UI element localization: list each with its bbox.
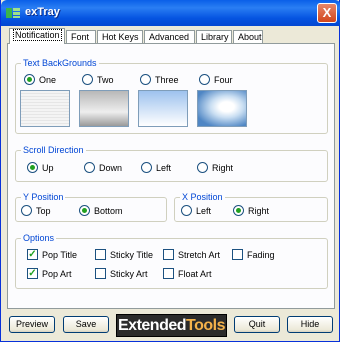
radio-indicator <box>21 205 32 216</box>
scroll-direction-label: Scroll Direction <box>21 145 86 155</box>
options-label: Options <box>21 233 57 243</box>
preview-button[interactable]: Preview <box>9 316 55 333</box>
scroll-direction-group: Scroll Direction Up Down Left Right <box>15 145 328 182</box>
option-fading[interactable]: Fading <box>232 249 275 261</box>
background-preview-three[interactable] <box>138 90 188 127</box>
x-option-left[interactable]: Left <box>181 205 211 217</box>
y-option-bottom[interactable]: Bottom <box>79 205 123 217</box>
scroll-option-down[interactable]: Down <box>84 162 122 174</box>
background-option-three[interactable]: Three <box>140 74 179 86</box>
y-option-top[interactable]: Top <box>21 205 51 217</box>
x-position-label: X Position <box>180 192 225 202</box>
option-stretch-art[interactable]: Stretch Art <box>163 249 220 261</box>
option-sticky-title[interactable]: Sticky Title <box>95 249 153 261</box>
radio-selected-indicator <box>233 205 244 216</box>
option-sticky-art[interactable]: Sticky Art <box>95 268 148 280</box>
tab-notification[interactable]: Notification <box>9 28 65 44</box>
radio-indicator <box>141 162 152 173</box>
radio-indicator <box>197 162 208 173</box>
option-pop-art[interactable]: ✓ Pop Art <box>27 268 72 280</box>
radio-indicator <box>199 74 210 85</box>
window-title: exTray <box>25 6 60 18</box>
app-window: exTray X Notification Font Hot Keys Adva… <box>0 0 340 342</box>
radio-indicator <box>82 74 93 85</box>
checkbox <box>163 249 174 260</box>
option-pop-title[interactable]: ✓ Pop Title <box>27 249 77 261</box>
radio-indicator <box>181 205 192 216</box>
options-group: Options ✓ Pop Title Sticky Title Stretch … <box>15 233 328 289</box>
background-option-two[interactable]: Two <box>82 74 114 86</box>
backgrounds-group: Text BackGrounds One Two Three Four <box>15 58 328 134</box>
tab-library[interactable]: Library <box>196 30 232 44</box>
radio-indicator <box>84 162 95 173</box>
title-bar[interactable]: exTray X <box>1 0 340 26</box>
y-position-label: Y Position <box>21 192 66 202</box>
checkbox <box>95 249 106 260</box>
checkbox-checked: ✓ <box>27 249 38 260</box>
x-option-right[interactable]: Right <box>233 205 269 217</box>
checkbox <box>95 268 106 279</box>
background-option-one[interactable]: One <box>24 74 56 86</box>
tab-hot-keys[interactable]: Hot Keys <box>97 30 143 44</box>
checkbox <box>232 249 243 260</box>
background-option-four[interactable]: Four <box>199 74 233 86</box>
checkbox-checked: ✓ <box>27 268 38 279</box>
notification-page: Text BackGrounds One Two Three Four Scro… <box>7 43 335 309</box>
logo-text-extended: Extended <box>118 317 187 334</box>
background-preview-one[interactable] <box>20 90 70 127</box>
tab-advanced[interactable]: Advanced <box>144 30 195 44</box>
background-preview-four[interactable] <box>197 90 247 127</box>
radio-selected-indicator <box>27 162 38 173</box>
tab-font[interactable]: Font <box>66 30 96 44</box>
extended-tools-logo: ExtendedTools <box>116 314 227 337</box>
save-button[interactable]: Save <box>63 316 109 333</box>
option-float-art[interactable]: Float Art <box>163 268 212 280</box>
scroll-option-right[interactable]: Right <box>197 162 233 174</box>
radio-selected-indicator <box>24 74 35 85</box>
x-position-group: X Position Left Right <box>174 192 328 222</box>
hide-button[interactable]: Hide <box>287 316 333 333</box>
logo-text-tools: Tools <box>186 317 225 334</box>
backgrounds-group-label: Text BackGrounds <box>21 58 99 68</box>
scroll-option-left[interactable]: Left <box>141 162 171 174</box>
y-position-group: Y Position Top Bottom <box>15 192 167 222</box>
checkbox <box>163 268 174 279</box>
app-icon <box>6 8 20 18</box>
tab-about[interactable]: About <box>233 30 263 44</box>
quit-button[interactable]: Quit <box>234 316 280 333</box>
close-button[interactable]: X <box>317 3 337 23</box>
radio-selected-indicator <box>79 205 90 216</box>
scroll-option-up[interactable]: Up <box>27 162 54 174</box>
background-preview-two[interactable] <box>79 90 129 127</box>
radio-indicator <box>140 74 151 85</box>
close-icon: X <box>322 5 332 20</box>
